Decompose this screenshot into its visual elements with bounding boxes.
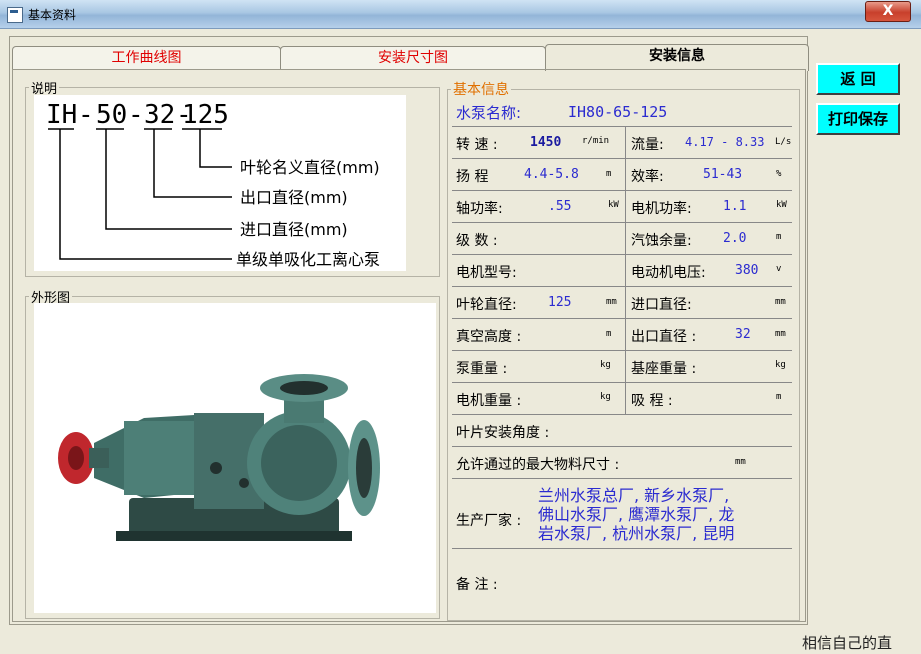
pump-weight-unit: kg [600, 360, 611, 370]
row-divider [452, 254, 792, 255]
inlet-diameter-label: 进口直径: [631, 297, 692, 313]
impeller-diameter-unit: mm [606, 297, 617, 307]
npsh-unit: m [776, 232, 782, 242]
impeller-diameter-value: 125 [548, 295, 572, 310]
motor-weight-unit: kg [600, 392, 611, 402]
efficiency-unit: % [776, 169, 782, 179]
flow-unit: L/s [775, 137, 792, 147]
model-dash-2: - [128, 100, 144, 130]
motor-model-label: 电机型号: [456, 265, 517, 281]
npsh-label: 汽蚀余量: [631, 233, 692, 249]
footer-text: 相信自己的直 [802, 634, 893, 652]
model-part-impeller: 125 [182, 100, 229, 130]
pump-name-value: IH80-65-125 [568, 103, 668, 121]
window-title: 基本资料 [28, 8, 77, 22]
vacuum-height-label: 真空高度 : [456, 329, 522, 345]
motor-power-value: 1.1 [723, 199, 747, 214]
base-weight-label: 基座重量 : [631, 361, 697, 377]
base-weight-unit: kg [775, 360, 786, 370]
manufacturer-line: 岩水泵厂, 杭州水泵厂, 昆明 [538, 524, 735, 543]
speed-unit: r/min [582, 136, 610, 146]
motor-voltage-value: 380 [735, 263, 759, 278]
impeller-diameter-label: 叶轮直径: [456, 297, 517, 313]
motor-power-unit: kW [776, 200, 787, 210]
flow-value: 4.17 - 8.33 [685, 135, 765, 149]
manufacturer-value: 兰州水泵总厂, 新乡水泵厂, 佛山水泵厂, 鹰潭水泵厂, 龙 岩水泵厂, 杭州水… [538, 486, 734, 543]
pump-name-label: 水泵名称: [456, 104, 522, 122]
motor-voltage-label: 电动机电压: [631, 265, 706, 281]
npsh-value: 2.0 [723, 231, 747, 246]
max-particle-unit: mm [735, 457, 746, 467]
row-divider [452, 286, 792, 287]
column-divider [625, 126, 626, 414]
print-save-button[interactable]: 打印保存 [816, 103, 900, 135]
vacuum-height-unit: m [606, 329, 612, 339]
pump-image [34, 303, 436, 613]
model-diagram: IH - 50 - 32 - 125 叶轮名义直径(mm) 出口直径(mm) 进… [34, 95, 406, 271]
head-value: 4.4-5.8 [524, 167, 579, 182]
efficiency-label: 效率: [631, 169, 664, 185]
row-divider [452, 446, 792, 447]
outlet-diameter-value: 32 [735, 327, 751, 342]
tab-install-info[interactable]: 安装信息 [545, 44, 809, 71]
motor-weight-label: 电机重量 : [456, 393, 522, 409]
model-part-outlet: 32 [144, 100, 175, 130]
pump-illustration [58, 374, 380, 541]
row-divider [452, 126, 792, 127]
shaft-power-value: .55 [548, 199, 572, 214]
tab-work-curve[interactable]: 工作曲线图 [12, 46, 281, 69]
row-divider [452, 382, 792, 383]
annotation-inlet: 进口直径(mm) [240, 220, 348, 239]
manufacturer-label: 生产厂家 : [456, 513, 522, 529]
model-dash-1: - [78, 100, 94, 130]
model-part-inlet: 50 [96, 100, 127, 130]
model-diagram-svg: IH - 50 - 32 - 125 叶轮名义直径(mm) 出口直径(mm) 进… [46, 100, 380, 269]
inlet-diameter-unit: mm [775, 297, 786, 307]
row-divider [452, 548, 792, 549]
efficiency-value: 51-43 [703, 167, 743, 182]
row-divider [452, 158, 792, 159]
tab-install-dimensions[interactable]: 安装尺寸图 [280, 46, 546, 69]
suction-lift-label: 吸 程 : [631, 393, 673, 409]
speed-value: 1450 [530, 135, 562, 150]
stages-label: 级 数 : [456, 233, 498, 249]
row-divider [452, 190, 792, 191]
pump-weight-label: 泵重量 : [456, 361, 508, 377]
annotation-pump-type: 单级单吸化工离心泵 [236, 250, 380, 269]
outlet-diameter-unit: mm [775, 329, 786, 339]
basic-info-label: 基本信息 [453, 82, 509, 98]
suction-lift-unit: m [776, 392, 782, 402]
speed-label: 转 速 : [456, 137, 498, 153]
row-divider [452, 478, 792, 479]
row-divider [452, 414, 792, 415]
annotation-impeller: 叶轮名义直径(mm) [240, 158, 380, 177]
shaft-power-label: 轴功率: [456, 201, 503, 217]
motor-voltage-unit: v [776, 264, 782, 274]
row-divider [452, 318, 792, 319]
row-divider [452, 222, 792, 223]
manufacturer-line: 兰州水泵总厂, 新乡水泵厂, [538, 486, 730, 505]
max-particle-label: 允许通过的最大物料尺寸 : [456, 457, 620, 473]
title-bar: 基本资料 X [0, 0, 921, 29]
row-divider [452, 350, 792, 351]
window-icon [7, 7, 23, 23]
shaft-power-unit: kW [608, 200, 619, 210]
head-unit: m [606, 169, 612, 179]
model-part-type: IH [46, 100, 77, 130]
close-button[interactable]: X [865, 1, 911, 22]
blade-angle-label: 叶片安装角度 : [456, 425, 550, 441]
head-label: 扬 程 [456, 169, 489, 185]
motor-power-label: 电机功率: [631, 201, 692, 217]
outlet-diameter-label: 出口直径 : [631, 329, 697, 345]
annotation-outlet: 出口直径(mm) [240, 188, 348, 207]
back-button[interactable]: 返 回 [816, 63, 900, 95]
flow-label: 流量: [631, 137, 664, 153]
manufacturer-line: 佛山水泵厂, 鹰潭水泵厂, 龙 [538, 505, 735, 524]
remarks-label: 备 注 : [456, 577, 498, 593]
